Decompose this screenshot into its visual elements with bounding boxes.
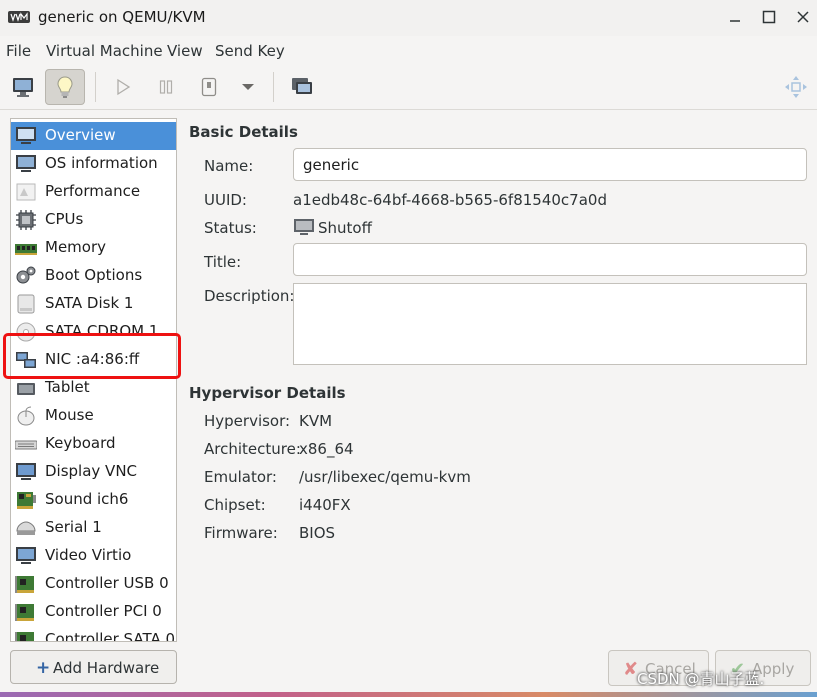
desktop-background-strip [0,692,817,697]
minimize-icon [730,20,740,22]
title-input[interactable] [293,243,807,276]
sidebar-item-boot-options[interactable]: Boot Options [11,262,176,290]
menu-virtual-machine[interactable]: Virtual Machine [46,42,163,60]
status-label: Status: [204,219,257,237]
serial-icon [16,521,36,535]
sidebar-item-video-virtio[interactable]: Video Virtio [11,542,176,570]
close-button[interactable] [792,6,814,28]
controller-card-icon [15,576,34,593]
keyboard-icon [15,440,37,450]
toolbar-separator [95,72,96,102]
sidebar-item-serial-1[interactable]: Serial 1 [11,514,176,542]
title-label: Title: [204,253,242,271]
toolbar [0,64,817,110]
cpu-icon [16,210,36,230]
plus-icon: + [36,658,51,678]
sidebar-item-display-vnc[interactable]: Display VNC [11,458,176,486]
shutdown-menu-button[interactable] [228,69,268,105]
snapshots-icon [292,78,312,94]
controller-card-icon [15,604,34,621]
description-label: Description: [204,287,295,305]
hypervisor-label: Hypervisor: [204,412,291,430]
sidebar-item-sata-disk-1[interactable]: SATA Disk 1 [11,290,176,318]
lightbulb-icon [57,76,73,98]
sidebar-item-mouse[interactable]: Mouse [11,402,176,430]
add-hardware-button[interactable]: + Add Hardware [10,650,177,684]
monitor-icon [16,155,36,172]
minimize-button[interactable] [724,6,746,28]
chevron-down-icon [242,84,254,90]
power-icon [201,77,217,97]
annotation-highlight-box [3,333,181,379]
tablet-icon [17,383,35,395]
name-input[interactable]: generic [293,148,807,181]
fullscreen-button[interactable] [776,69,816,105]
controller-card-icon [15,632,34,641]
monitor-icon [16,463,36,480]
emulator-value: /usr/libexec/qemu-kvm [299,468,471,486]
performance-icon [16,183,36,201]
window-title: generic on QEMU/KVM [38,8,206,26]
maximize-icon [762,10,776,24]
chipset-value: i440FX [299,496,351,514]
toolbar-separator [273,72,274,102]
shutoff-monitor-icon [294,219,314,235]
menu-file[interactable]: File [6,42,31,60]
play-icon [117,78,131,96]
sidebar-item-sound-ich6[interactable]: Sound ich6 [11,486,176,514]
memory-icon [15,244,37,255]
maximize-button[interactable] [758,6,780,28]
gears-icon [16,266,36,284]
emulator-label: Emulator: [204,468,277,486]
mouse-icon [17,406,35,426]
title-bar: generic on QEMU/KVM [0,0,817,36]
menu-send-key[interactable]: Send Key [215,42,285,60]
watermark: CSDN @青山子蓝. [637,670,765,688]
name-input-value: generic [303,156,360,174]
architecture-value: x86_64 [299,440,354,458]
cancel-x-icon: ✘ [623,659,639,680]
status-value: Shutoff [318,219,372,237]
sidebar-item-controller-pci-0[interactable]: Controller PCI 0 [11,598,176,626]
uuid-label: UUID: [204,191,247,209]
sidebar-item-controller-sata-0[interactable]: Controller SATA 0 [11,626,176,641]
fullscreen-arrows-icon [785,76,807,98]
menu-view[interactable]: View [167,42,203,60]
disk-icon [17,294,35,314]
sound-card-icon [17,492,36,509]
chipset-label: Chipset: [204,496,266,514]
architecture-label: Architecture: [204,440,301,458]
menu-bar: File Virtual Machine View Send Key [0,36,817,64]
hardware-list: Overview OS information Performance CPUs… [10,118,177,642]
description-textarea[interactable] [293,283,807,365]
sidebar-item-controller-usb-0[interactable]: Controller USB 0 [11,570,176,598]
sidebar-item-keyboard[interactable]: Keyboard [11,430,176,458]
monitor-icon [16,127,36,144]
monitor-icon [13,78,33,97]
sidebar-item-cpus[interactable]: CPUs [11,206,176,234]
details-view-button[interactable] [45,69,85,105]
snapshots-button[interactable] [282,69,322,105]
firmware-label: Firmware: [204,524,278,542]
console-view-button[interactable] [3,69,43,105]
firmware-value: BIOS [299,524,336,542]
close-icon [797,11,809,23]
basic-details-heading: Basic Details [189,123,298,141]
hypervisor-details-heading: Hypervisor Details [189,384,346,402]
sidebar-item-overview[interactable]: Overview [11,122,176,150]
hypervisor-value: KVM [299,412,333,430]
run-button[interactable] [103,69,143,105]
monitor-icon [16,547,36,564]
pause-button[interactable] [146,69,186,105]
virt-manager-logo-icon [8,11,30,23]
pause-icon [159,80,173,94]
uuid-value: a1edb48c-64bf-4668-b565-6f81540c7a0d [293,191,607,209]
sidebar-item-memory[interactable]: Memory [11,234,176,262]
shutdown-button[interactable] [189,69,229,105]
sidebar-item-os-information[interactable]: OS information [11,150,176,178]
sidebar-item-performance[interactable]: Performance [11,178,176,206]
name-label: Name: [204,157,254,175]
